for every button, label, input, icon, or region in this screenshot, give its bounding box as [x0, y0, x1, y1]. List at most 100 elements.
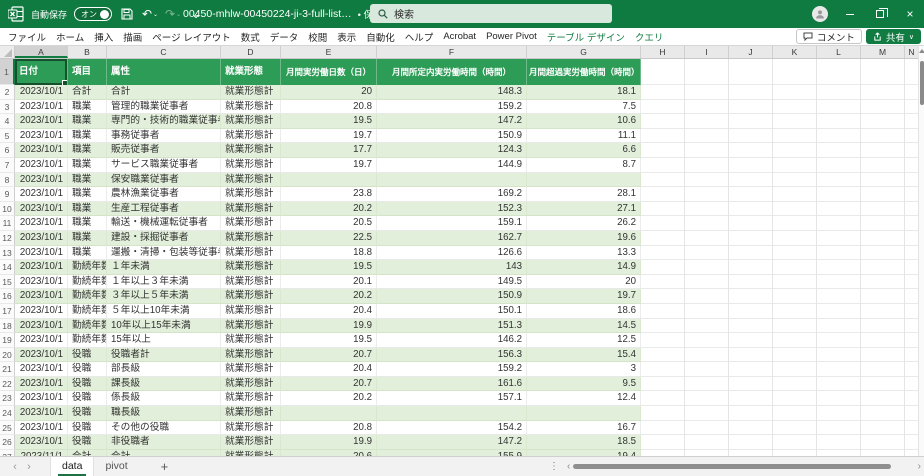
h-scroll-right-arrow[interactable]: ›	[918, 461, 921, 472]
cell-K25[interactable]	[773, 421, 817, 436]
cell-J26[interactable]	[729, 435, 773, 450]
cell-H3[interactable]	[641, 100, 685, 115]
cell-A10[interactable]: 2023/10/1	[15, 202, 68, 217]
cell-B20[interactable]: 役職	[68, 348, 107, 363]
cell-B16[interactable]: 勤続年数	[68, 289, 107, 304]
cell-A15[interactable]: 2023/10/1	[15, 275, 68, 290]
cell-G14[interactable]: 14.9	[527, 260, 641, 275]
cell-F16[interactable]: 150.9	[377, 289, 527, 304]
cell-I21[interactable]	[685, 362, 729, 377]
cell-L1[interactable]	[817, 59, 861, 85]
cell-M9[interactable]	[861, 187, 905, 202]
cell-F12[interactable]: 162.7	[377, 231, 527, 246]
cell-I11[interactable]	[685, 216, 729, 231]
column-header-M[interactable]: M	[861, 46, 905, 58]
cell-N5[interactable]	[905, 129, 919, 144]
cell-A7[interactable]: 2023/10/1	[15, 158, 68, 173]
cell-C12[interactable]: 建設・採掘従事者	[107, 231, 221, 246]
cell-G9[interactable]: 28.1	[527, 187, 641, 202]
cell-E14[interactable]: 19.5	[281, 260, 377, 275]
cell-M16[interactable]	[861, 289, 905, 304]
cell-A26[interactable]: 2023/10/1	[15, 435, 68, 450]
cell-E23[interactable]: 20.2	[281, 391, 377, 406]
cell-I16[interactable]	[685, 289, 729, 304]
cell-M5[interactable]	[861, 129, 905, 144]
cell-N14[interactable]	[905, 260, 919, 275]
cell-C4[interactable]: 専門的・技術的職業従事者	[107, 114, 221, 129]
cell-F24[interactable]	[377, 406, 527, 421]
cell-G8[interactable]	[527, 173, 641, 188]
cell-I12[interactable]	[685, 231, 729, 246]
cell-I26[interactable]	[685, 435, 729, 450]
row-header-23[interactable]: 23	[0, 391, 15, 406]
cell-D13[interactable]: 就業形態計	[221, 246, 281, 261]
cell-D14[interactable]: 就業形態計	[221, 260, 281, 275]
row-header-25[interactable]: 25	[0, 421, 15, 436]
row-header-14[interactable]: 14	[0, 260, 15, 275]
row-header-16[interactable]: 16	[0, 289, 15, 304]
cell-K1[interactable]	[773, 59, 817, 85]
cell-J11[interactable]	[729, 216, 773, 231]
cell-F7[interactable]: 144.9	[377, 158, 527, 173]
row-header-17[interactable]: 17	[0, 304, 15, 319]
cell-I1[interactable]	[685, 59, 729, 85]
comment-button[interactable]: コメント	[796, 29, 862, 44]
column-header-D[interactable]: D	[221, 46, 281, 58]
row-header-1[interactable]: 1	[0, 59, 15, 85]
cell-N20[interactable]	[905, 348, 919, 363]
table-header-cell-A1[interactable]: 日付	[15, 59, 68, 85]
restore-button[interactable]	[872, 7, 888, 21]
cell-A23[interactable]: 2023/10/1	[15, 391, 68, 406]
select-all-corner[interactable]	[0, 46, 15, 58]
cell-J18[interactable]	[729, 319, 773, 334]
cell-F19[interactable]: 146.2	[377, 333, 527, 348]
cell-C26[interactable]: 非役職者	[107, 435, 221, 450]
column-header-E[interactable]: E	[281, 46, 377, 58]
cell-A19[interactable]: 2023/10/1	[15, 333, 68, 348]
cell-B6[interactable]: 職業	[68, 143, 107, 158]
row-header-26[interactable]: 26	[0, 435, 15, 450]
cell-B19[interactable]: 勤続年数	[68, 333, 107, 348]
cell-I22[interactable]	[685, 377, 729, 392]
cell-D11[interactable]: 就業形態計	[221, 216, 281, 231]
table-header-cell-G1[interactable]: 月間超過実労働時間（時間）	[527, 59, 641, 85]
cell-K4[interactable]	[773, 114, 817, 129]
cell-A24[interactable]: 2023/10/1	[15, 406, 68, 421]
cell-H21[interactable]	[641, 362, 685, 377]
cell-A16[interactable]: 2023/10/1	[15, 289, 68, 304]
ribbon-tab-6[interactable]: データ	[265, 28, 304, 45]
cell-H25[interactable]	[641, 421, 685, 436]
cell-I25[interactable]	[685, 421, 729, 436]
row-header-6[interactable]: 6	[0, 143, 15, 158]
cell-J8[interactable]	[729, 173, 773, 188]
cell-C18[interactable]: 10年以上15年未満	[107, 319, 221, 334]
cell-L4[interactable]	[817, 114, 861, 129]
table-header-cell-C1[interactable]: 属性	[107, 59, 221, 85]
cell-J13[interactable]	[729, 246, 773, 261]
cell-M13[interactable]	[861, 246, 905, 261]
cell-I17[interactable]	[685, 304, 729, 319]
row-header-24[interactable]: 24	[0, 406, 15, 421]
cell-G21[interactable]: 3	[527, 362, 641, 377]
cell-I15[interactable]	[685, 275, 729, 290]
cell-E18[interactable]: 19.9	[281, 319, 377, 334]
cell-L17[interactable]	[817, 304, 861, 319]
cell-E11[interactable]: 20.5	[281, 216, 377, 231]
cell-G12[interactable]: 19.6	[527, 231, 641, 246]
cell-G25[interactable]: 16.7	[527, 421, 641, 436]
minimize-button[interactable]	[842, 7, 858, 21]
cell-B18[interactable]: 勤続年数	[68, 319, 107, 334]
cell-D10[interactable]: 就業形態計	[221, 202, 281, 217]
cell-F26[interactable]: 147.2	[377, 435, 527, 450]
sheet-nav-right-arrow[interactable]: ›	[22, 461, 36, 473]
cell-K22[interactable]	[773, 377, 817, 392]
cell-K21[interactable]	[773, 362, 817, 377]
cell-J16[interactable]	[729, 289, 773, 304]
cell-C9[interactable]: 農林漁業従事者	[107, 187, 221, 202]
cell-E4[interactable]: 19.5	[281, 114, 377, 129]
cell-E2[interactable]: 20	[281, 85, 377, 100]
column-header-A[interactable]: A	[15, 46, 68, 58]
cell-I19[interactable]	[685, 333, 729, 348]
ribbon-tab-11[interactable]: Acrobat	[438, 28, 481, 45]
cell-C7[interactable]: サービス職業従事者	[107, 158, 221, 173]
